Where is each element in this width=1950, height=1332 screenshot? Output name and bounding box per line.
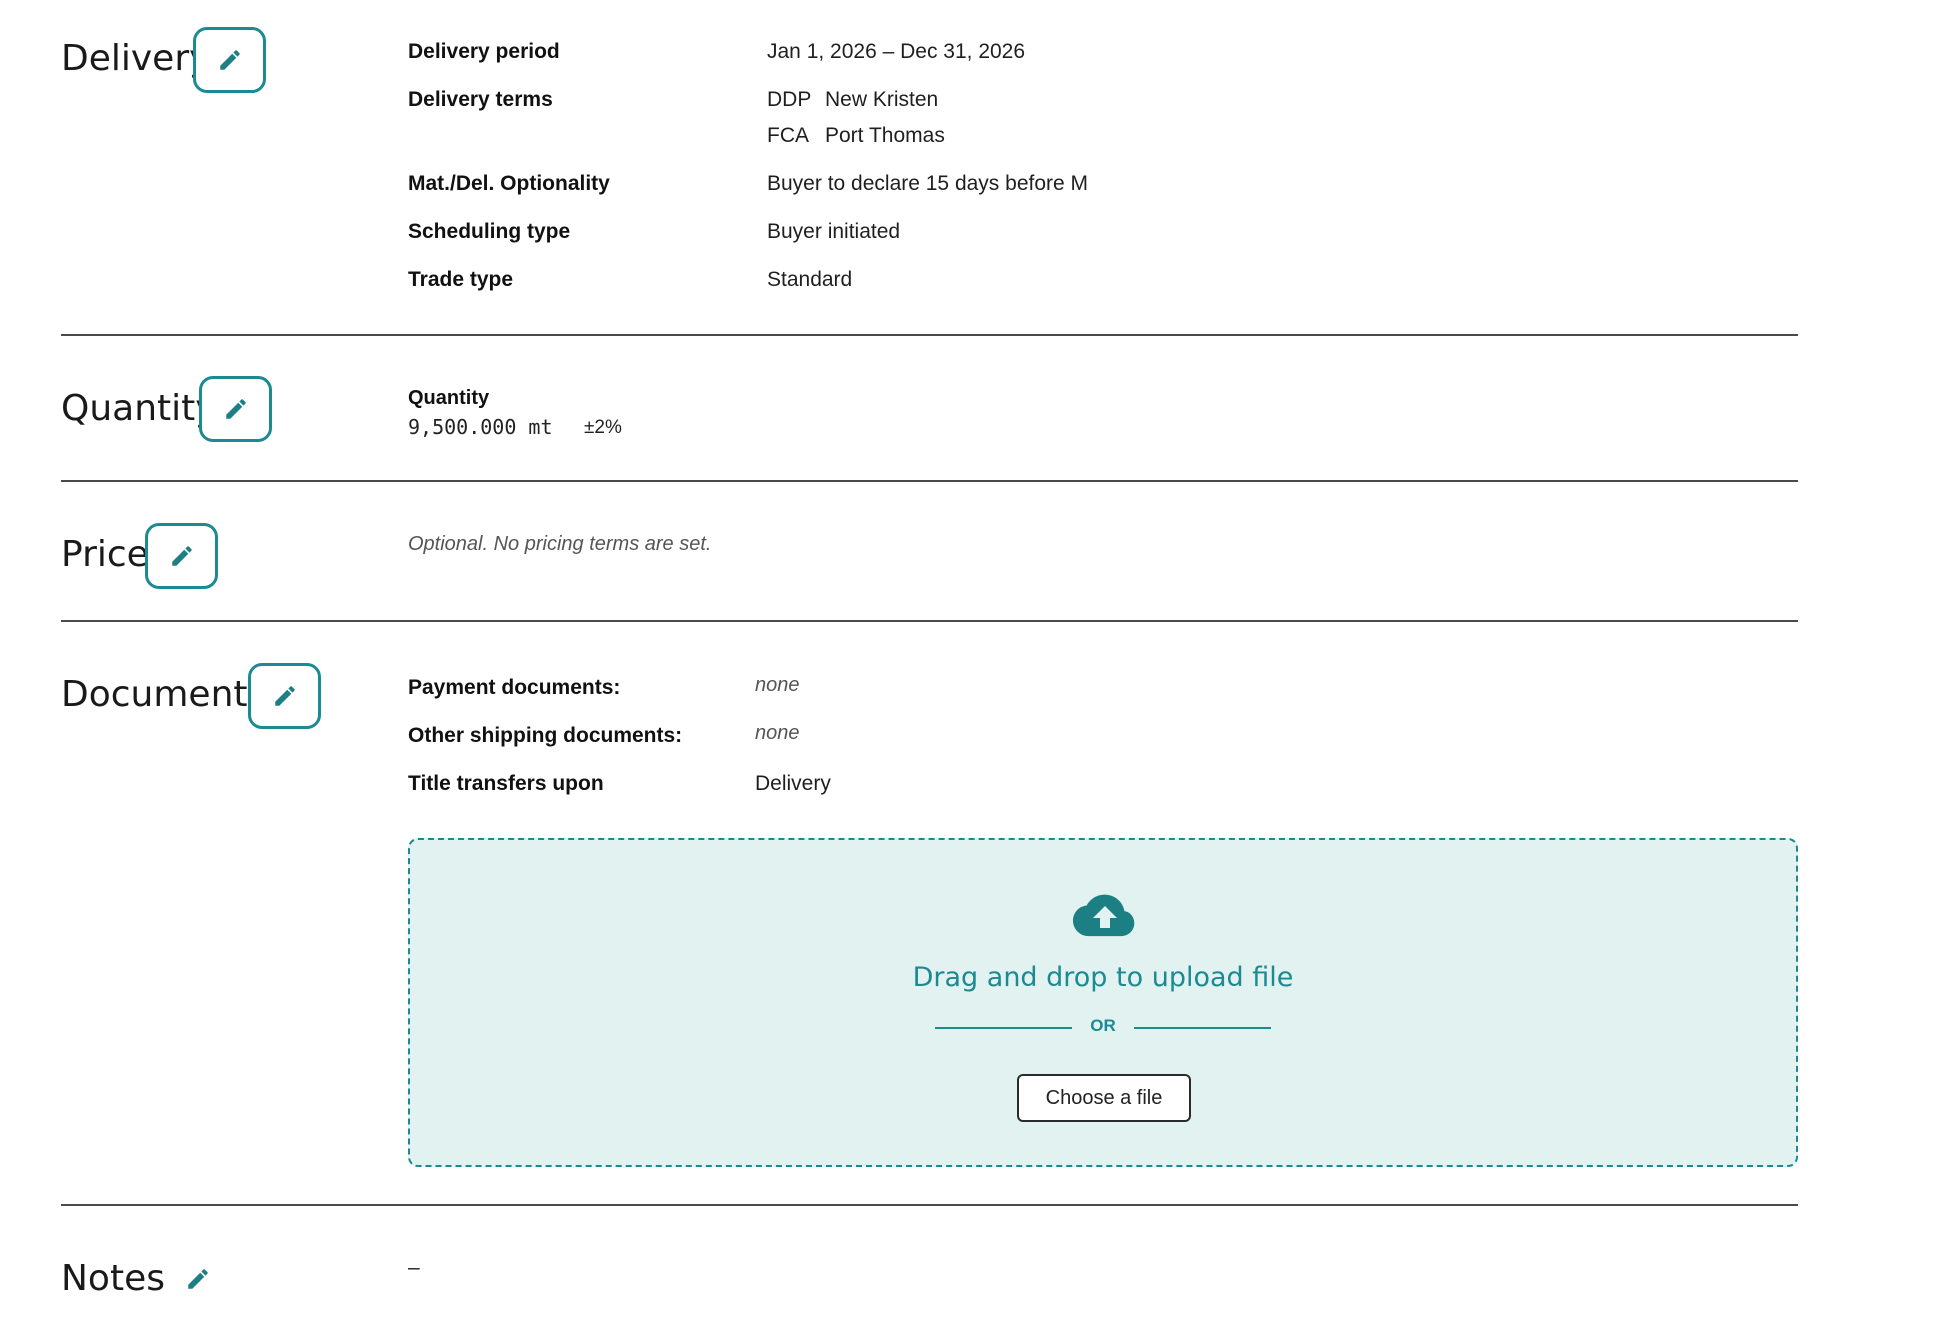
trade-type-value: Standard bbox=[767, 268, 853, 291]
edit-quantity-button[interactable] bbox=[199, 376, 272, 442]
pencil-icon bbox=[219, 50, 240, 70]
title-transfers-label: Title transfers upon bbox=[408, 772, 604, 795]
price-note: Optional. No pricing terms are set. bbox=[408, 533, 712, 555]
quantity-label: Quantity bbox=[408, 387, 490, 409]
quantity-amount: 9,500.000 mt bbox=[408, 415, 553, 439]
cloud-upload-icon bbox=[1073, 894, 1135, 937]
upload-title: Drag and drop to upload file bbox=[912, 962, 1294, 993]
edit-documents-button[interactable] bbox=[248, 663, 321, 729]
quantity-tolerance: ±2% bbox=[584, 417, 622, 438]
or-line-right bbox=[1134, 1027, 1271, 1029]
notes-title: Notes bbox=[61, 1258, 165, 1299]
file-dropzone[interactable]: Drag and drop to upload file OR Choose a… bbox=[408, 838, 1798, 1167]
optionality-value: Buyer to declare 15 days before M bbox=[767, 172, 1089, 195]
edit-price-button[interactable] bbox=[145, 523, 218, 589]
delivery-term-place: New Kristen bbox=[825, 88, 939, 111]
pencil-icon bbox=[171, 546, 192, 566]
pencil-icon bbox=[225, 399, 246, 419]
title-transfers-value: Delivery bbox=[755, 772, 831, 795]
payment-documents-label: Payment documents: bbox=[408, 676, 621, 699]
choose-file-button[interactable]: Choose a file bbox=[1017, 1074, 1191, 1122]
pencil-icon bbox=[188, 1269, 208, 1289]
delivery-period-label: Delivery period bbox=[408, 40, 560, 63]
other-shipping-documents-label: Other shipping documents: bbox=[408, 724, 683, 747]
delivery-title: Delivery bbox=[61, 38, 211, 79]
edit-delivery-button[interactable] bbox=[193, 27, 266, 93]
price-title: Price bbox=[61, 534, 149, 575]
delivery-term-incoterm: DDP bbox=[767, 88, 812, 111]
payment-documents-value: none bbox=[755, 674, 800, 696]
price-section: Price Optional. No pricing terms are set… bbox=[61, 482, 1798, 620]
quantity-title: Quantity bbox=[61, 388, 217, 429]
delivery-terms-label: Delivery terms bbox=[408, 88, 553, 111]
quantity-section: Quantity Quantity 9,500.000 mt ±2% bbox=[61, 336, 1798, 480]
pencil-icon bbox=[274, 686, 295, 706]
other-shipping-documents-value: none bbox=[755, 722, 800, 744]
delivery-term-incoterm: FCA bbox=[767, 124, 809, 147]
scheduling-type-label: Scheduling type bbox=[408, 220, 571, 243]
documents-title: Documents bbox=[61, 674, 267, 715]
delivery-period-value: Jan 1, 2026 – Dec 31, 2026 bbox=[767, 40, 1026, 63]
optionality-label: Mat./Del. Optionality bbox=[408, 172, 610, 195]
notes-section: Notes – bbox=[61, 1206, 1798, 1326]
delivery-term-place: Port Thomas bbox=[825, 124, 945, 147]
or-separator: OR bbox=[935, 1016, 1271, 1040]
scheduling-type-value: Buyer initiated bbox=[767, 220, 901, 243]
notes-value: – bbox=[408, 1256, 420, 1279]
or-text: OR bbox=[1090, 1016, 1116, 1035]
trade-type-label: Trade type bbox=[408, 268, 514, 291]
delivery-section: Delivery Delivery period Jan 1, 2026 – D… bbox=[61, 0, 1798, 330]
edit-notes-button[interactable] bbox=[183, 1264, 213, 1294]
